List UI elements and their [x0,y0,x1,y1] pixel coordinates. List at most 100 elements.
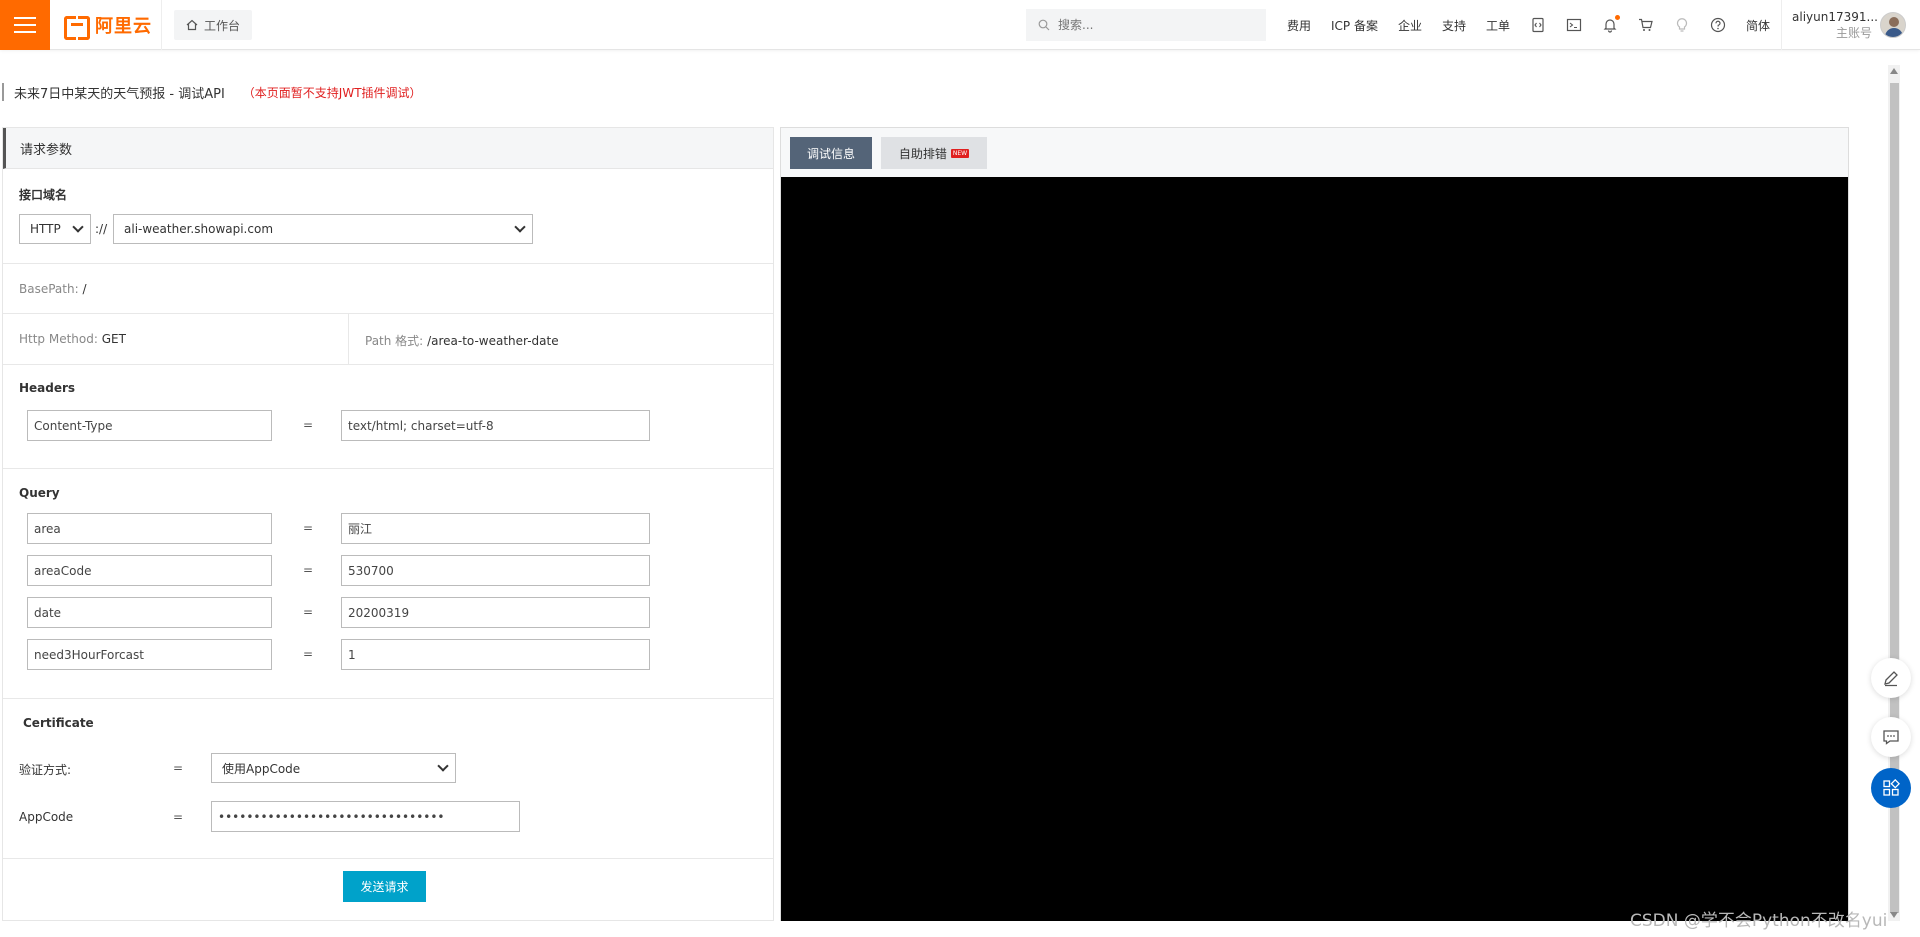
section-label: Headers [19,381,76,395]
domain-section: 接口域名 HTTP :// ali-weather.showapi.com [3,169,773,264]
method-path-section: Http Method: GET Path 格式: /area-to-weath… [3,314,773,365]
basepath-value: / [82,282,87,296]
equals-sign: = [303,521,314,535]
divider [348,314,349,364]
certificate-section: Certificate 验证方式: = 使用AppCode AppCode = … [3,699,773,859]
path-label: Path 格式: [365,334,424,348]
basepath-label: BasePath: [19,282,79,296]
top-navigation-bar: 阿里云 工作台 费用 ICP 备案 企业 支持 工单 简体 aliyun1739… [0,0,1920,50]
protocol-select[interactable]: HTTP [19,214,91,244]
lightbulb-icon[interactable] [1674,17,1690,33]
query-value-field[interactable]: 丽江 [341,513,650,544]
chat-icon [1883,730,1899,745]
bell-icon[interactable] [1602,15,1621,33]
host-value: ali-weather.showapi.com [124,222,274,236]
workbench-label: 工作台 [204,18,241,33]
debug-console-output [781,177,1848,921]
notification-dot [1615,15,1621,20]
query-key-field[interactable]: areaCode [27,555,272,586]
home-icon [186,19,198,31]
send-request-button[interactable]: 发送请求 [343,871,426,902]
search-icon [1038,19,1050,31]
tab-label: 调试信息 [806,146,855,161]
auth-method-label: 验证方式: [19,763,72,777]
workbench-button[interactable]: 工作台 [174,10,253,40]
section-label: Certificate [23,716,94,730]
nav-support[interactable]: 支持 [1442,17,1466,34]
tab-self-troubleshoot[interactable]: 自助排错 NEW [881,137,987,169]
query-section: Query area = 丽江 areaCode = 530700 date =… [3,469,773,699]
cart-icon[interactable] [1638,17,1654,33]
headers-section: Headers Content-Type = text/html; charse… [3,365,773,469]
page-title-text: 未来7日中某天的天气预报 - 调试API [14,86,225,102]
path-value: /area-to-weather-date [427,334,559,348]
query-key-field[interactable]: area [27,513,272,544]
section-label: 接口域名 [19,188,68,202]
new-badge: NEW [950,148,970,158]
jwt-warning: （本页面暂不支持JWT插件调试） [242,85,422,100]
query-key-field[interactable]: need3HourForcast [27,639,272,670]
equals-sign: = [303,563,314,577]
page-title: 未来7日中某天的天气预报 - 调试API （本页面暂不支持JWT插件调试） [2,83,422,102]
equals-sign: = [303,605,314,619]
basepath-row: BasePath: / [19,282,87,296]
aliyun-logo[interactable]: 阿里云 [64,13,152,40]
basepath-section: BasePath: / [3,264,773,314]
method-row: Http Method: GET [19,332,126,346]
divider [161,0,162,50]
appcode-field[interactable]: •••••••••••••••••••••••••••••••• [211,801,520,832]
chevron-down-icon [72,221,84,233]
protocol-value: HTTP [30,222,61,236]
code-icon[interactable] [1530,17,1546,33]
aliyun-logo-icon [64,16,90,40]
language-switch[interactable]: 简体 [1746,17,1770,34]
request-params-panel: 请求参数 接口域名 HTTP :// ali-weather.showapi.c… [2,127,774,921]
search-box[interactable] [1026,9,1266,41]
apps-grid-icon [1883,779,1900,796]
divider [1781,0,1782,50]
host-select[interactable]: ali-weather.showapi.com [113,214,533,244]
scheme-separator: :// [95,222,108,236]
user-role: 主账号 [1835,26,1872,40]
scroll-up-arrow-icon[interactable] [1890,68,1898,74]
header-key-field[interactable]: Content-Type [27,410,272,441]
edit-icon [1884,671,1898,687]
nav-enterprise[interactable]: 企业 [1398,17,1422,34]
query-value-field[interactable]: 1 [341,639,650,670]
watermark: CSDN @学不会Python不改名yui [1630,911,1888,931]
debug-panel: 调试信息 自助排错 NEW [780,127,1849,921]
query-value-field[interactable]: 530700 [341,555,650,586]
user-name: aliyun17391... [1792,10,1878,24]
nav-ticket[interactable]: 工单 [1486,17,1510,34]
hamburger-menu-icon[interactable] [0,0,50,50]
chat-button[interactable] [1871,717,1911,757]
logo-text: 阿里云 [95,16,152,37]
auth-method-value: 使用AppCode [222,761,301,776]
path-row: Path 格式: /area-to-weather-date [365,332,559,349]
method-value: GET [101,332,126,346]
feedback-edit-button[interactable] [1871,658,1911,698]
auth-method-select[interactable]: 使用AppCode [211,753,456,783]
equals-sign: = [173,761,184,775]
nav-icp[interactable]: ICP 备案 [1331,17,1378,34]
chevron-down-icon [514,221,526,233]
tab-label: 自助排错 [898,146,947,161]
query-value-field[interactable]: 20200319 [341,597,650,628]
apps-button[interactable] [1871,768,1911,808]
equals-sign: = [173,810,184,824]
query-key-field[interactable]: date [27,597,272,628]
nav-billing[interactable]: 费用 [1287,17,1311,34]
header-value-field[interactable]: text/html; charset=utf-8 [341,410,650,441]
terminal-icon[interactable] [1566,17,1582,33]
scroll-down-arrow-icon[interactable] [1890,912,1898,918]
panel-header: 请求参数 [3,128,773,169]
tab-debug-info[interactable]: 调试信息 [790,137,872,169]
search-input[interactable] [1058,18,1248,32]
chevron-down-icon [437,760,449,772]
help-icon[interactable] [1710,17,1726,33]
user-info[interactable]: aliyun17391... 主账号 [1792,9,1878,41]
top-nav: 费用 ICP 备案 企业 支持 工单 简体 [1287,0,1790,50]
equals-sign: = [303,647,314,661]
avatar[interactable] [1880,12,1906,38]
equals-sign: = [303,418,314,432]
